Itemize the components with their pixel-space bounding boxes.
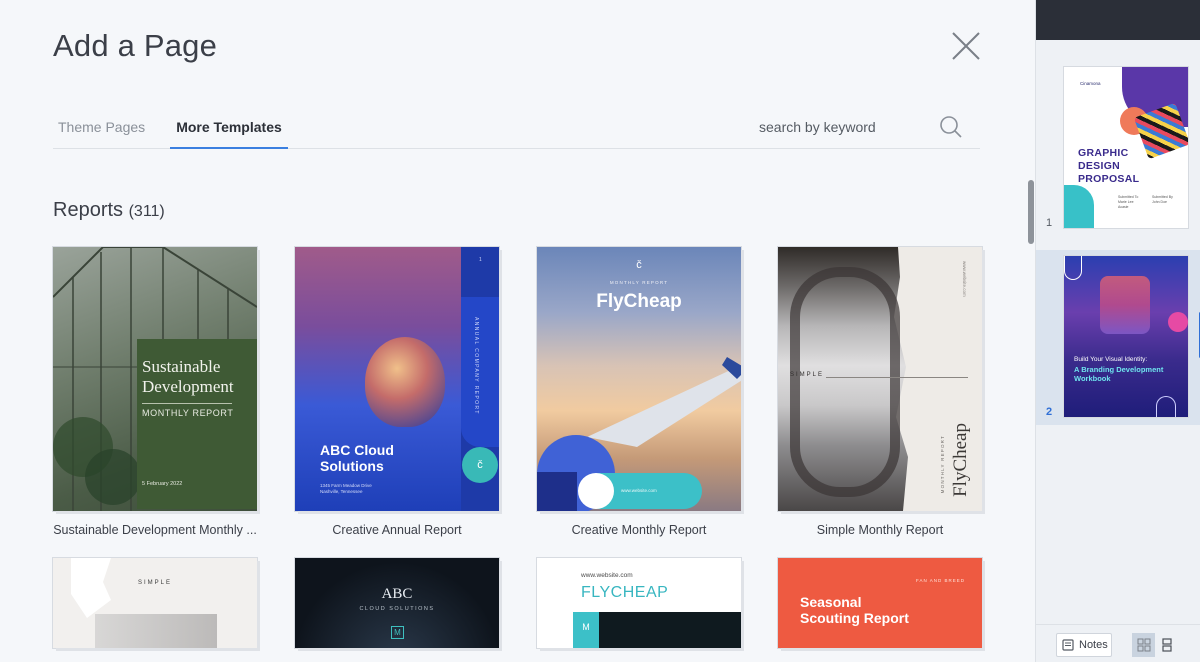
notes-icon [1062,639,1074,651]
template-label[interactable]: Simple Monthly Report [778,523,982,537]
decor-square-navy [537,472,577,511]
page-meta: Submitted By John Doe [1152,195,1173,204]
divider [826,377,968,378]
thumbnail-title: FLYCHEAP [581,584,669,601]
page-thumbnail[interactable]: Cinamona GRAPHIC DESIGN PROPOSAL Submitt… [1064,67,1188,228]
search-button[interactable] [938,114,964,140]
template-card-seasonal-scouting-report[interactable]: FAN AND BREED Seasonal Scouting Report [778,558,986,648]
modal-scrollbar[interactable] [1028,180,1034,244]
tab-more-templates[interactable]: More Templates [170,119,288,149]
hot-air-balloon-image [365,337,445,427]
thumbnail-website: www.website.com [621,488,657,493]
template-thumbnail[interactable]: SIMPLE [53,558,257,648]
template-card-creative-annual-report[interactable]: 1 ANNUAL COMPANY REPORT č ABC Cloud Solu… [295,247,503,537]
thumbnail-subtitle: MONTHLY REPORT [940,435,945,494]
template-thumbnail[interactable]: ABC CLOUD SOLUTIONS M [295,558,499,648]
thumbnail-subtitle: MONTHLY REPORT [609,280,669,285]
page-thumbnail[interactable]: Build Your Visual Identity: A Branding D… [1064,256,1188,417]
divider [142,403,232,404]
logo-badge: M [391,626,404,639]
logo-badge: M [573,612,599,648]
thumbnail-subtitle: CLOUD SOLUTIONS [359,606,435,612]
brand-logo: č [636,259,642,271]
template-thumbnail[interactable]: 1 ANNUAL COMPANY REPORT č ABC Cloud Solu… [295,247,499,511]
tab-theme-pages[interactable]: Theme Pages [58,119,145,149]
page-number: 1 [1046,217,1053,229]
view-toggle [1132,633,1178,657]
close-button[interactable] [950,30,982,62]
template-label[interactable]: Creative Monthly Report [537,523,741,537]
search-icon [940,116,962,138]
search-input[interactable]: search by keyword [759,119,876,135]
brand-logo: Cinamona [1080,81,1101,86]
notes-label: Notes [1079,639,1108,651]
page-subtitle: Build Your Visual Identity: [1074,356,1148,363]
brand-mark: FAN AND BREED [916,578,966,583]
page-title: GRAPHIC DESIGN PROPOSAL [1078,147,1140,185]
list-icon [1161,638,1172,652]
template-card-flycheap[interactable]: www.website.com FLYCHEAP M [537,558,745,648]
tab-bar: Theme Pages More Templates search by key… [53,108,980,149]
brand-mark: SIMPLE [137,580,172,586]
close-icon [952,32,980,60]
template-card-simple[interactable]: SIMPLE [53,558,261,648]
brand-mark: SIMPLE [790,372,825,378]
airplane-wing-image [587,357,741,447]
decor-circle-white [578,473,614,509]
page-title: A Branding Development Workbook [1074,365,1164,383]
template-thumbnail[interactable]: č MONTHLY REPORT FlyCheap www.website.co… [537,247,741,511]
logo-badge: č [462,447,498,483]
notes-button[interactable]: Notes [1056,633,1112,657]
list-view-button[interactable] [1155,633,1178,657]
page-meta: Submitted To Marie Lee Acasie [1118,195,1139,209]
template-thumbnail[interactable]: www.website.com FLYCHEAP M [537,558,741,648]
section-name: Reports [53,199,124,221]
pages-sidebar: 1 Cinamona GRAPHIC DESIGN PROPOSAL Submi… [1035,0,1200,662]
decor-shape [71,558,111,618]
thumbnail-title: Seasonal Scouting Report [800,594,909,626]
template-card-simple-monthly-report[interactable]: SIMPLE www.website.com MONTHLY REPORT Fl… [778,247,986,537]
side-pill [461,297,499,447]
template-thumbnail[interactable]: Sustainable Development MONTHLY REPORT 5… [53,247,257,511]
template-thumbnail[interactable]: FAN AND BREED Seasonal Scouting Report [778,558,982,648]
thumbnail-image [95,614,217,648]
template-label[interactable]: Creative Annual Report [295,523,499,537]
template-thumbnail[interactable]: SIMPLE www.website.com MONTHLY REPORT Fl… [778,247,982,511]
page-number: 2 [1046,406,1053,418]
thumbnail-title: FlyCheap [950,423,971,497]
template-card-abc-cloud-solutions[interactable]: ABC CLOUD SOLUTIONS M [295,558,503,648]
page-item-2[interactable]: 2 Build Your Visual Identity: A Branding… [1036,250,1200,425]
decor-circle-pink [1168,312,1188,332]
template-card-creative-monthly-report[interactable]: č MONTHLY REPORT FlyCheap www.website.co… [537,247,745,537]
modal-title: Add a Page [53,28,218,63]
decor-arc [1156,396,1176,417]
grid-view-button[interactable] [1132,633,1155,657]
decor-shape-teal [1064,185,1094,228]
grid-icon [1137,638,1150,652]
sidebar-footer: Notes [1036,624,1200,662]
section-title: Reports (311) [53,199,165,222]
thumbnail-address: 1345 Farm Meadow Drive Nashville, Tennes… [320,483,372,494]
thumbnail-date: 5 February 2022 [142,481,183,487]
thumbnail-title: ABC [381,586,413,602]
template-card-sustainable-development[interactable]: Sustainable Development MONTHLY REPORT 5… [53,247,261,537]
thumbnail-title: Sustainable Development [142,357,234,396]
thumbnail-website: www.website.com [581,572,633,579]
decor-arc [1064,256,1082,280]
thumbnail-title: FlyCheap [596,291,682,312]
add-page-modal: Add a Page Theme Pages More Templates se… [0,0,1035,662]
template-label[interactable]: Sustainable Development Monthly ... [53,523,257,537]
thumbnail-title: ABC Cloud Solutions [320,442,394,474]
page-item-1[interactable]: 1 Cinamona GRAPHIC DESIGN PROPOSAL Submi… [1036,55,1200,230]
page-number: 1 [479,257,482,263]
coffee-cup-image [1100,276,1150,334]
sidebar-header [1036,0,1200,40]
vertical-caption: ANNUAL COMPANY REPORT [473,317,479,415]
thumbnail-subtitle: MONTHLY REPORT [142,408,234,418]
section-count: (311) [128,203,165,220]
thumbnail-website: www.website.com [962,261,967,297]
window-frame [790,267,900,497]
